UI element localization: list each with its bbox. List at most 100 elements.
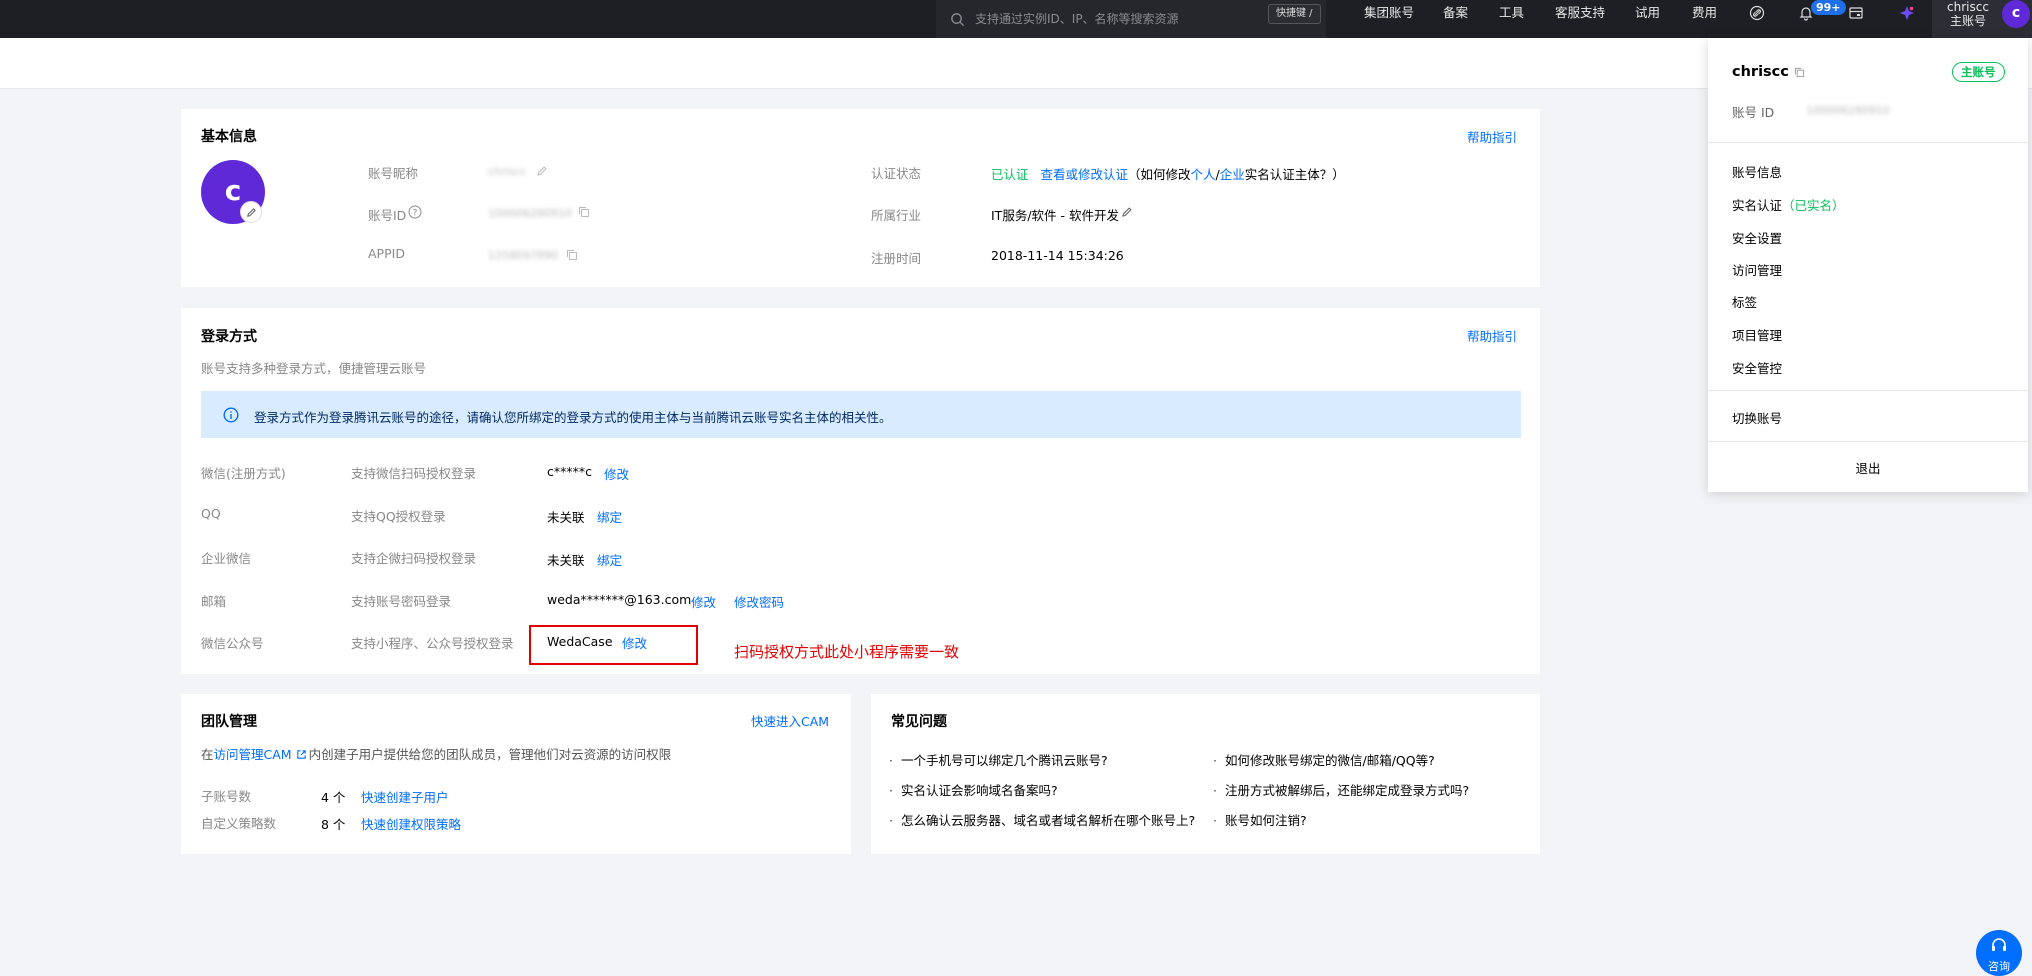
faq-item[interactable]: 怎么确认云服务器、域名或者域名解析在哪个账号上? (889, 810, 1195, 829)
menu-project-management[interactable]: 项目管理 (1732, 325, 1782, 344)
top-navbar: 快捷键 / 集团账号 备案 工具 客服支持 试用 费用 99+ chriscc … (0, 0, 2032, 38)
annotation-text: 扫码授权方式此处小程序需要一致 (734, 643, 960, 661)
create-policy-link[interactable]: 快速创建权限策略 (361, 814, 461, 833)
logout-button[interactable]: 退出 (1708, 458, 2028, 477)
user-dropdown-menu: chriscc 主账号 账号 ID 100006280910 账号信息 实名认证… (1708, 38, 2028, 492)
login-row-name: 微信(注册方式) (201, 466, 286, 481)
headset-icon (1992, 938, 2006, 951)
nav-filing[interactable]: 备案 (1443, 0, 1468, 26)
policy-count: 8 个 (321, 817, 346, 832)
pencil-icon (246, 207, 256, 217)
team-desc-pre: 在 (201, 747, 214, 762)
wecom-bind-link[interactable]: 绑定 (597, 550, 622, 569)
wechat-modify-link[interactable]: 修改 (604, 464, 629, 483)
menu-real-name-auth[interactable]: 实名认证（已实名） (1732, 195, 1845, 214)
team-description: 在访问管理CAM 内创建子用户提供给您的团队成员，管理他们对云资源的访问权限 (201, 744, 671, 763)
dropdown-id-value: 100006280910 (1806, 104, 1890, 117)
user-menu-label[interactable]: chriscc 主账号 (1938, 0, 1998, 30)
industry-label: 所属行业 (871, 208, 922, 223)
faq-card (871, 694, 1540, 854)
login-row-desc: 支持账号密码登录 (351, 594, 452, 609)
faq-item[interactable]: 注册方式被解绑后，还能绑定成登录方式吗? (1213, 780, 1469, 799)
faq-item[interactable]: 实名认证会影响域名备案吗? (889, 780, 1058, 799)
search-icon (951, 12, 965, 26)
menu-tags[interactable]: 标签 (1732, 292, 1757, 311)
change-password-link[interactable]: 修改密码 (734, 592, 784, 611)
edit-nickname-icon[interactable] (536, 165, 548, 177)
copy-appid-icon[interactable] (566, 249, 578, 261)
auth-hint-pre: （如何修改 (1128, 167, 1191, 182)
edit-industry-icon[interactable] (1121, 206, 1133, 218)
dropdown-username: chriscc (1732, 64, 1789, 80)
register-time-value: 2018-11-14 15:34:26 (991, 248, 1124, 263)
auth-status-label: 认证状态 (871, 166, 922, 181)
dropdown-id-label: 账号 ID (1732, 105, 1775, 120)
email-modify-link[interactable]: 修改 (691, 592, 716, 611)
auth-status-value: 已认证 (991, 167, 1029, 182)
auth-status-line: 已认证 查看或修改认证（如何修改个人/企业实名认证主体？） (991, 164, 1345, 183)
svg-text:?: ? (413, 209, 418, 219)
qq-bind-link[interactable]: 绑定 (597, 507, 622, 526)
info-icon (223, 407, 239, 423)
copy-icon[interactable] (578, 206, 590, 218)
login-row-value: c*****c (547, 464, 592, 479)
auth-hint-post: 实名认证主体？） (1244, 167, 1345, 182)
faq-item[interactable]: 如何修改账号绑定的微信/邮箱/QQ等? (1213, 750, 1435, 769)
account-id-value: 100006280910 (488, 207, 572, 220)
nav-group-account[interactable]: 集团账号 (1364, 0, 1414, 26)
policy-label: 自定义策略数 (201, 816, 277, 831)
ai-assistant-icon[interactable] (1899, 5, 1915, 21)
cam-link[interactable]: 访问管理CAM (214, 747, 292, 762)
menu-account-info[interactable]: 账号信息 (1732, 162, 1782, 181)
copy-username-icon[interactable] (1794, 67, 1805, 78)
shortcut-key-hint[interactable]: 快捷键 / (1268, 4, 1321, 24)
main-account-tag: 主账号 (1952, 62, 2005, 82)
login-row-desc: 支持QQ授权登录 (351, 509, 446, 524)
auth-company-link[interactable]: 企业 (1220, 167, 1245, 182)
faq-item[interactable]: 账号如何注销? (1213, 810, 1307, 829)
login-row-value: 未关联 (547, 553, 585, 568)
login-help-link[interactable]: 帮助指引 (1467, 326, 1517, 345)
login-notice-banner: 登录方式作为登录腾讯云账号的途径，请确认您所绑定的登录方式的使用主体与当前腾讯云… (201, 391, 1521, 438)
login-subtitle: 账号支持多种登录方式，便捷管理云账号 (201, 361, 427, 376)
nav-support[interactable]: 客服支持 (1555, 0, 1605, 26)
notification-badge: 99+ (1811, 0, 1846, 15)
menu-switch-account[interactable]: 切换账号 (1732, 408, 1782, 427)
enter-cam-link[interactable]: 快速进入CAM (751, 711, 829, 730)
nickname-value: chriscc (488, 165, 527, 178)
create-sub-user-link[interactable]: 快速创建子用户 (361, 787, 449, 806)
login-row-name: 微信公众号 (201, 636, 264, 651)
nav-trial[interactable]: 试用 (1635, 0, 1660, 26)
login-methods-title: 登录方式 (201, 329, 257, 345)
menu-security-settings[interactable]: 安全设置 (1732, 228, 1782, 247)
annotation-highlight-box (529, 625, 698, 665)
account-id-label: 账号ID (368, 208, 407, 223)
faq-item[interactable]: 一个手机号可以绑定几个腾讯云账号? (889, 750, 1108, 769)
menu-access-management[interactable]: 访问管理 (1732, 260, 1782, 279)
basic-info-help-link[interactable]: 帮助指引 (1467, 127, 1517, 146)
edit-avatar-button[interactable] (240, 201, 262, 223)
login-row-desc: 支持微信扫码授权登录 (351, 466, 477, 481)
login-row-name: 邮箱 (201, 594, 227, 609)
link-icon[interactable] (1749, 5, 1765, 21)
top-avatar[interactable]: c (2002, 0, 2030, 28)
appid-label: APPID (368, 246, 405, 261)
view-auth-link[interactable]: 查看或修改认证 (1041, 167, 1129, 182)
auth-personal-link[interactable]: 个人 (1191, 167, 1216, 182)
register-time-label: 注册时间 (871, 251, 922, 266)
verified-tag: （已实名） (1782, 198, 1845, 213)
divider (1708, 390, 2028, 391)
nav-billing[interactable]: 费用 (1692, 0, 1717, 26)
help-circle-icon[interactable]: ? (408, 205, 422, 219)
nickname-label: 账号昵称 (368, 166, 419, 181)
console-icon[interactable] (1848, 5, 1864, 21)
login-row-value: 未关联 (547, 510, 585, 525)
login-row-name: QQ (201, 506, 221, 521)
login-row-name: 企业微信 (201, 551, 252, 566)
search-input[interactable] (975, 12, 1275, 26)
nav-tools[interactable]: 工具 (1499, 0, 1524, 26)
consult-chat-button[interactable]: 咨询 (1976, 930, 2022, 976)
login-row-value: weda*******@163.com (547, 592, 692, 607)
top-account-type: 主账号 (1949, 14, 1986, 28)
menu-security-control[interactable]: 安全管控 (1732, 358, 1782, 377)
